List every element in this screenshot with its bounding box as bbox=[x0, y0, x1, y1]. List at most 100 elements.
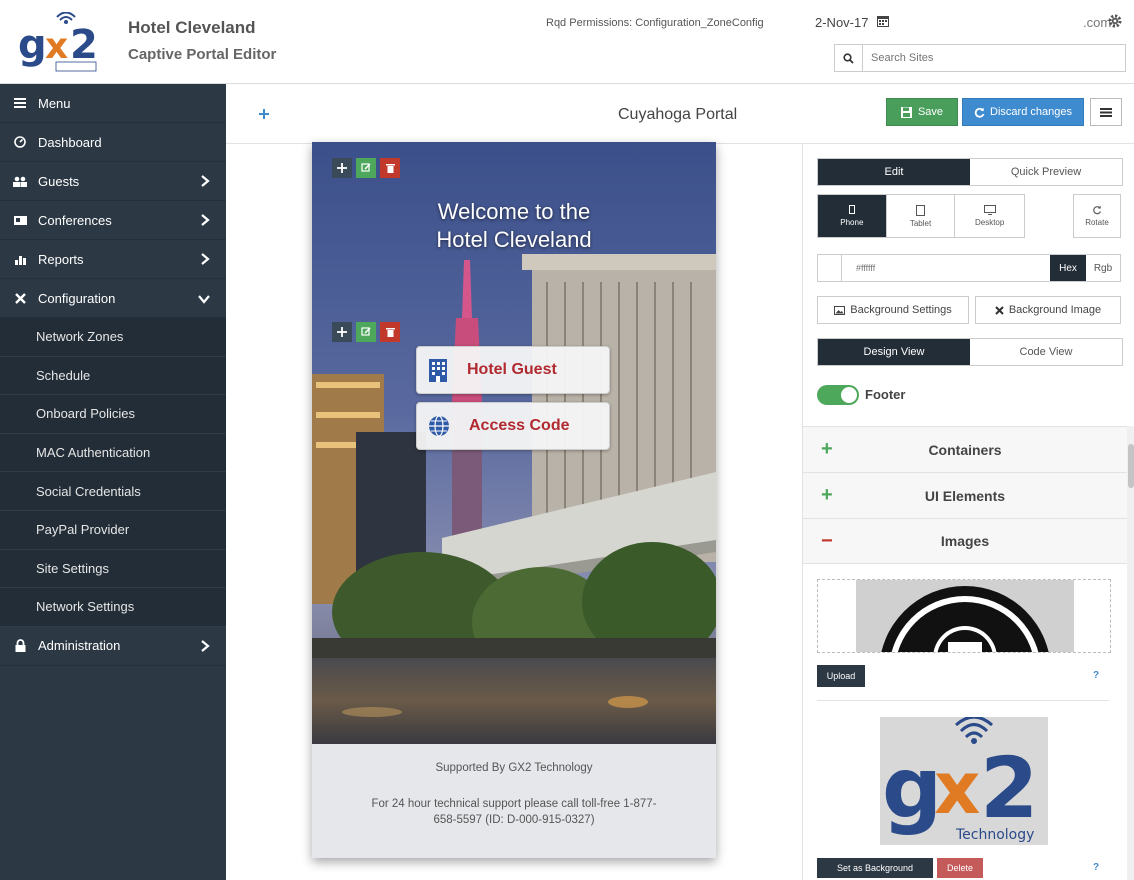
image-dropzone[interactable] bbox=[817, 579, 1111, 653]
background-image-button[interactable]: Background Image bbox=[975, 296, 1121, 324]
edit-icon bbox=[361, 163, 371, 172]
more-menu-button[interactable] bbox=[1090, 98, 1122, 126]
expand-icon: + bbox=[821, 438, 833, 460]
top-header: g x 2 Hotel Cleveland Captive Portal Edi… bbox=[0, 0, 1134, 84]
edit-button[interactable] bbox=[356, 158, 376, 178]
portal-preview: Welcome to the Hotel Cleveland Hotel Gue… bbox=[312, 142, 716, 858]
device-label: Desktop bbox=[974, 218, 1005, 227]
add-icon[interactable] bbox=[256, 106, 272, 122]
tools-icon bbox=[12, 290, 28, 306]
search-button[interactable] bbox=[835, 45, 863, 71]
move-icon bbox=[337, 327, 347, 337]
sidebar-subitem-network-zones[interactable]: Network Zones bbox=[0, 318, 226, 357]
svg-text:g: g bbox=[18, 22, 47, 68]
background-image-label: Background Image bbox=[1008, 304, 1102, 316]
phone-icon bbox=[848, 205, 855, 214]
sidebar-subitem-site-settings[interactable]: Site Settings bbox=[0, 549, 226, 589]
sidebar-item-menu[interactable]: Menu bbox=[0, 84, 226, 123]
access-code-button[interactable]: Access Code bbox=[416, 402, 610, 450]
sidebar-subitem-schedule[interactable]: Schedule bbox=[0, 356, 226, 396]
accordion-ui-elements[interactable]: + UI Elements bbox=[803, 472, 1127, 518]
hamburger-icon bbox=[1100, 107, 1112, 117]
welcome-title[interactable]: Welcome to the Hotel Cleveland bbox=[312, 198, 716, 254]
color-swatch[interactable] bbox=[818, 255, 842, 281]
sidebar: Menu Dashboard Guests Conferences Report… bbox=[0, 84, 226, 880]
save-button[interactable]: Save bbox=[886, 98, 958, 126]
rgb-mode-button[interactable]: Rgb bbox=[1086, 255, 1120, 281]
floppy-icon bbox=[900, 106, 912, 118]
gx2-logo-thumbnail[interactable]: g x 2 Technology bbox=[880, 715, 1048, 845]
tab-quick-preview[interactable]: Quick Preview bbox=[970, 159, 1122, 185]
help-icon[interactable]: ? bbox=[1093, 862, 1099, 873]
set-as-background-button[interactable]: Set as Background bbox=[817, 858, 933, 878]
delete-element-button[interactable] bbox=[380, 322, 400, 342]
color-value-input[interactable]: #ffffff bbox=[842, 255, 1050, 281]
sidebar-item-label: Configuration bbox=[38, 290, 116, 306]
editor-toolbar: Cuyahoga Portal Save Discard changes bbox=[226, 84, 1134, 144]
users-icon bbox=[12, 173, 28, 189]
footer-toggle-switch[interactable] bbox=[817, 385, 859, 405]
tab-edit[interactable]: Edit bbox=[818, 159, 970, 185]
search-icon bbox=[843, 52, 854, 64]
hex-mode-button[interactable]: Hex bbox=[1050, 255, 1086, 281]
svg-text:Technology: Technology bbox=[955, 827, 1034, 843]
refresh-icon bbox=[974, 107, 985, 118]
sidebar-item-conferences[interactable]: Conferences bbox=[0, 201, 226, 240]
device-tablet-button[interactable]: Tablet bbox=[887, 195, 956, 237]
search-input[interactable] bbox=[863, 45, 1125, 71]
svg-text:x: x bbox=[934, 746, 980, 830]
search-box bbox=[834, 44, 1126, 72]
device-selector: Phone Tablet Desktop bbox=[817, 194, 1025, 238]
hotel-guest-button[interactable]: Hotel Guest bbox=[416, 346, 610, 394]
help-icon[interactable]: ? bbox=[1093, 670, 1099, 681]
sidebar-item-guests[interactable]: Guests bbox=[0, 162, 226, 201]
sidebar-item-configuration[interactable]: Configuration bbox=[0, 279, 226, 318]
sidebar-subitem-network-settings[interactable]: Network Settings bbox=[0, 588, 226, 627]
gear-icon[interactable] bbox=[1107, 13, 1123, 29]
discard-changes-button[interactable]: Discard changes bbox=[962, 98, 1084, 126]
tab-code-view[interactable]: Code View bbox=[970, 339, 1122, 365]
delete-element-button[interactable] bbox=[380, 158, 400, 178]
background-settings-button[interactable]: Background Settings bbox=[817, 296, 969, 324]
panel-scrollbar[interactable] bbox=[1127, 426, 1134, 880]
chart-icon bbox=[12, 251, 28, 267]
conference-icon bbox=[12, 212, 28, 228]
sidebar-item-dashboard[interactable]: Dashboard bbox=[0, 123, 226, 162]
properties-panel: Edit Quick Preview Phone Tablet Desktop … bbox=[802, 144, 1134, 880]
sidebar-subitem-mac-authentication[interactable]: MAC Authentication bbox=[0, 433, 226, 473]
portal-footer[interactable]: Supported By GX2 Technology For 24 hour … bbox=[312, 744, 716, 858]
accordion-containers[interactable]: + Containers bbox=[803, 426, 1127, 472]
move-handle[interactable] bbox=[332, 322, 352, 342]
sidebar-subitem-paypal-provider[interactable]: PayPal Provider bbox=[0, 510, 226, 550]
edit-button[interactable] bbox=[356, 322, 376, 342]
chevron-right-icon bbox=[201, 214, 210, 226]
device-phone-button[interactable]: Phone bbox=[818, 195, 887, 237]
hotel-guest-label: Hotel Guest bbox=[467, 361, 557, 378]
rotate-button[interactable]: Rotate bbox=[1073, 194, 1121, 238]
upload-button[interactable]: Upload bbox=[817, 665, 865, 687]
rotate-icon bbox=[1093, 205, 1102, 215]
tab-design-view[interactable]: Design View bbox=[818, 339, 970, 365]
move-handle[interactable] bbox=[332, 158, 352, 178]
sidebar-item-administration[interactable]: Administration bbox=[0, 627, 226, 666]
permissions-label: Rqd Permissions: Configuration_ZoneConfi… bbox=[546, 17, 764, 29]
main-area: Cuyahoga Portal Save Discard changes Wel… bbox=[226, 84, 1134, 880]
desktop-icon bbox=[983, 205, 996, 215]
delete-image-button[interactable]: Delete bbox=[937, 858, 983, 878]
accordion-images[interactable]: − Images bbox=[803, 518, 1127, 564]
dashboard-icon bbox=[12, 134, 28, 150]
device-desktop-button[interactable]: Desktop bbox=[955, 195, 1024, 237]
gx2-logo: g x 2 bbox=[18, 12, 98, 72]
sidebar-subitem-onboard-policies[interactable]: Onboard Policies bbox=[0, 395, 226, 434]
sidebar-subitem-social-credentials[interactable]: Social Credentials bbox=[0, 472, 226, 511]
sidebar-item-reports[interactable]: Reports bbox=[0, 240, 226, 279]
sidebar-item-label: Guests bbox=[38, 173, 80, 189]
footer-toggle-label: Footer bbox=[865, 387, 906, 402]
expand-icon: + bbox=[821, 484, 833, 506]
buttons-edit-tools bbox=[332, 322, 400, 342]
calendar-icon[interactable] bbox=[876, 14, 890, 28]
scrollbar-thumb[interactable] bbox=[1128, 444, 1134, 488]
gx2-logo-image: g x 2 Technology bbox=[882, 715, 1038, 843]
access-code-label: Access Code bbox=[469, 417, 570, 434]
svg-text:2: 2 bbox=[70, 22, 98, 68]
